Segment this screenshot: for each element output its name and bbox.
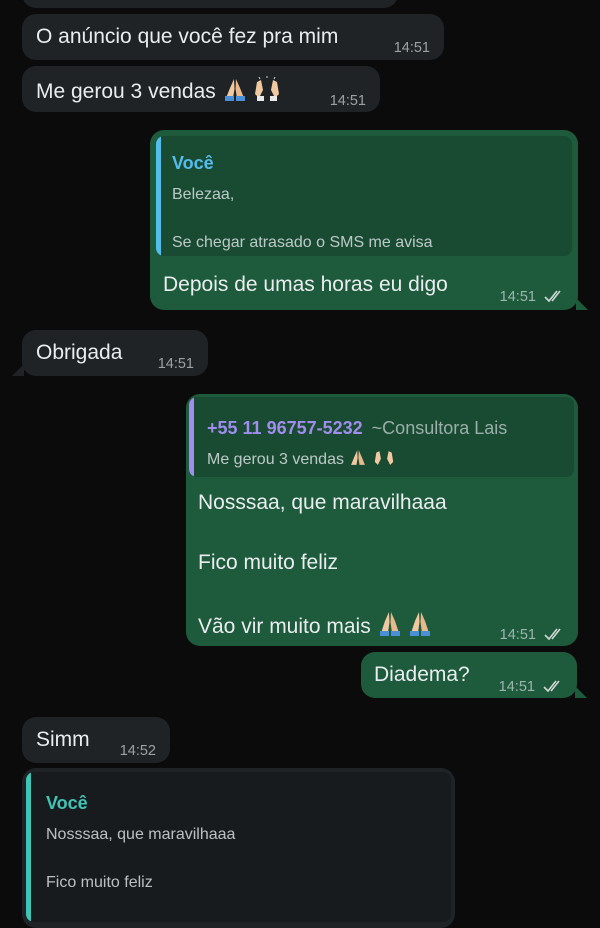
quote-text-line: Me gerou 3 vendas [207,447,395,477]
folded-hands-emoji-icon [222,76,248,109]
quote-author: Você [46,793,88,813]
quote-author: Você [172,153,214,173]
quote-author-alias: ~Consultora Lais [371,418,508,438]
double-check-icon [543,676,565,702]
message-bubble-partial[interactable] [22,0,398,8]
message-bubble-incoming[interactable]: O anúncio que você fez pra mim 14:51 [22,14,444,60]
bubble-tail [576,298,588,310]
message-text-content: Vão vir muito mais [198,615,371,638]
quoted-message[interactable]: Você Belezaa, Se chegar atrasado o SMS m… [156,136,572,256]
quote-text-line: Se chegar atrasado o SMS me avisa [172,234,433,251]
message-text: O anúncio que você fez pra mim [36,25,339,48]
raising-hands-emoji-icon [373,448,395,477]
message-text-line: Nosssaa, que maravilhaaa [198,491,447,514]
folded-hands-emoji-icon [348,448,368,477]
message-text: Diadema? [374,663,470,686]
message-bubble-incoming[interactable]: Obrigada 14:51 [22,330,208,376]
message-text: Simm [36,728,90,751]
quote-accent-bar [156,136,161,256]
message-text: Obrigada [36,341,123,364]
message-time: 14:51 [500,622,566,650]
message-time-text: 14:51 [499,289,536,305]
message-time-text: 14:51 [498,679,535,695]
message-bubble-incoming[interactable]: Simm 14:52 [22,717,170,763]
bubble-tail [575,686,587,698]
message-bubble-outgoing[interactable]: Diadema? 14:51 [361,652,577,698]
quote-author: +55 11 96757-5232 ~Consultora Lais [207,415,507,441]
quote-accent-bar [189,397,194,477]
message-time: 14:51 [157,356,194,372]
quote-text-content: Me gerou 3 vendas [207,451,344,468]
quote-text-line: Fico muito feliz [46,874,153,891]
message-text-line: Fico muito feliz [198,551,339,574]
message-text: Me gerou 3 vendas [36,76,281,109]
message-bubble-incoming[interactable]: Me gerou 3 vendas 14:51 [22,66,380,112]
message-text-line: Vão vir muito mais [198,609,433,644]
double-check-icon [544,286,566,312]
message-time-text: 14:51 [499,627,536,643]
message-time: 14:52 [119,743,156,759]
message-time: 14:51 [329,93,366,109]
message-text: Depois de umas horas eu digo [163,273,448,296]
message-bubble-outgoing[interactable]: +55 11 96757-5232 ~Consultora Lais Me ge… [186,394,578,646]
message-bubble-outgoing[interactable]: Você Belezaa, Se chegar atrasado o SMS m… [150,130,578,310]
quote-author-phone: +55 11 96757-5232 [207,418,363,438]
raising-hands-emoji-icon [253,76,281,109]
folded-hands-emoji-icon [377,609,433,644]
quote-text-line: Nosssaa, que maravilhaaa [46,826,236,843]
message-time: 14:51 [500,284,566,312]
message-text-content: Me gerou 3 vendas [36,80,216,103]
bubble-tail [12,364,24,376]
message-time: 14:51 [393,40,430,56]
quoted-message[interactable]: +55 11 96757-5232 ~Consultora Lais Me ge… [189,397,574,477]
double-check-icon [544,624,566,650]
chat-area: O anúncio que você fez pra mim 14:51 Me … [0,0,600,928]
message-time: 14:51 [499,674,565,702]
message-bubble-incoming[interactable]: Você Nosssaa, que maravilhaaa Fico muito… [22,768,455,928]
quote-text-line: Belezaa, [172,186,235,203]
